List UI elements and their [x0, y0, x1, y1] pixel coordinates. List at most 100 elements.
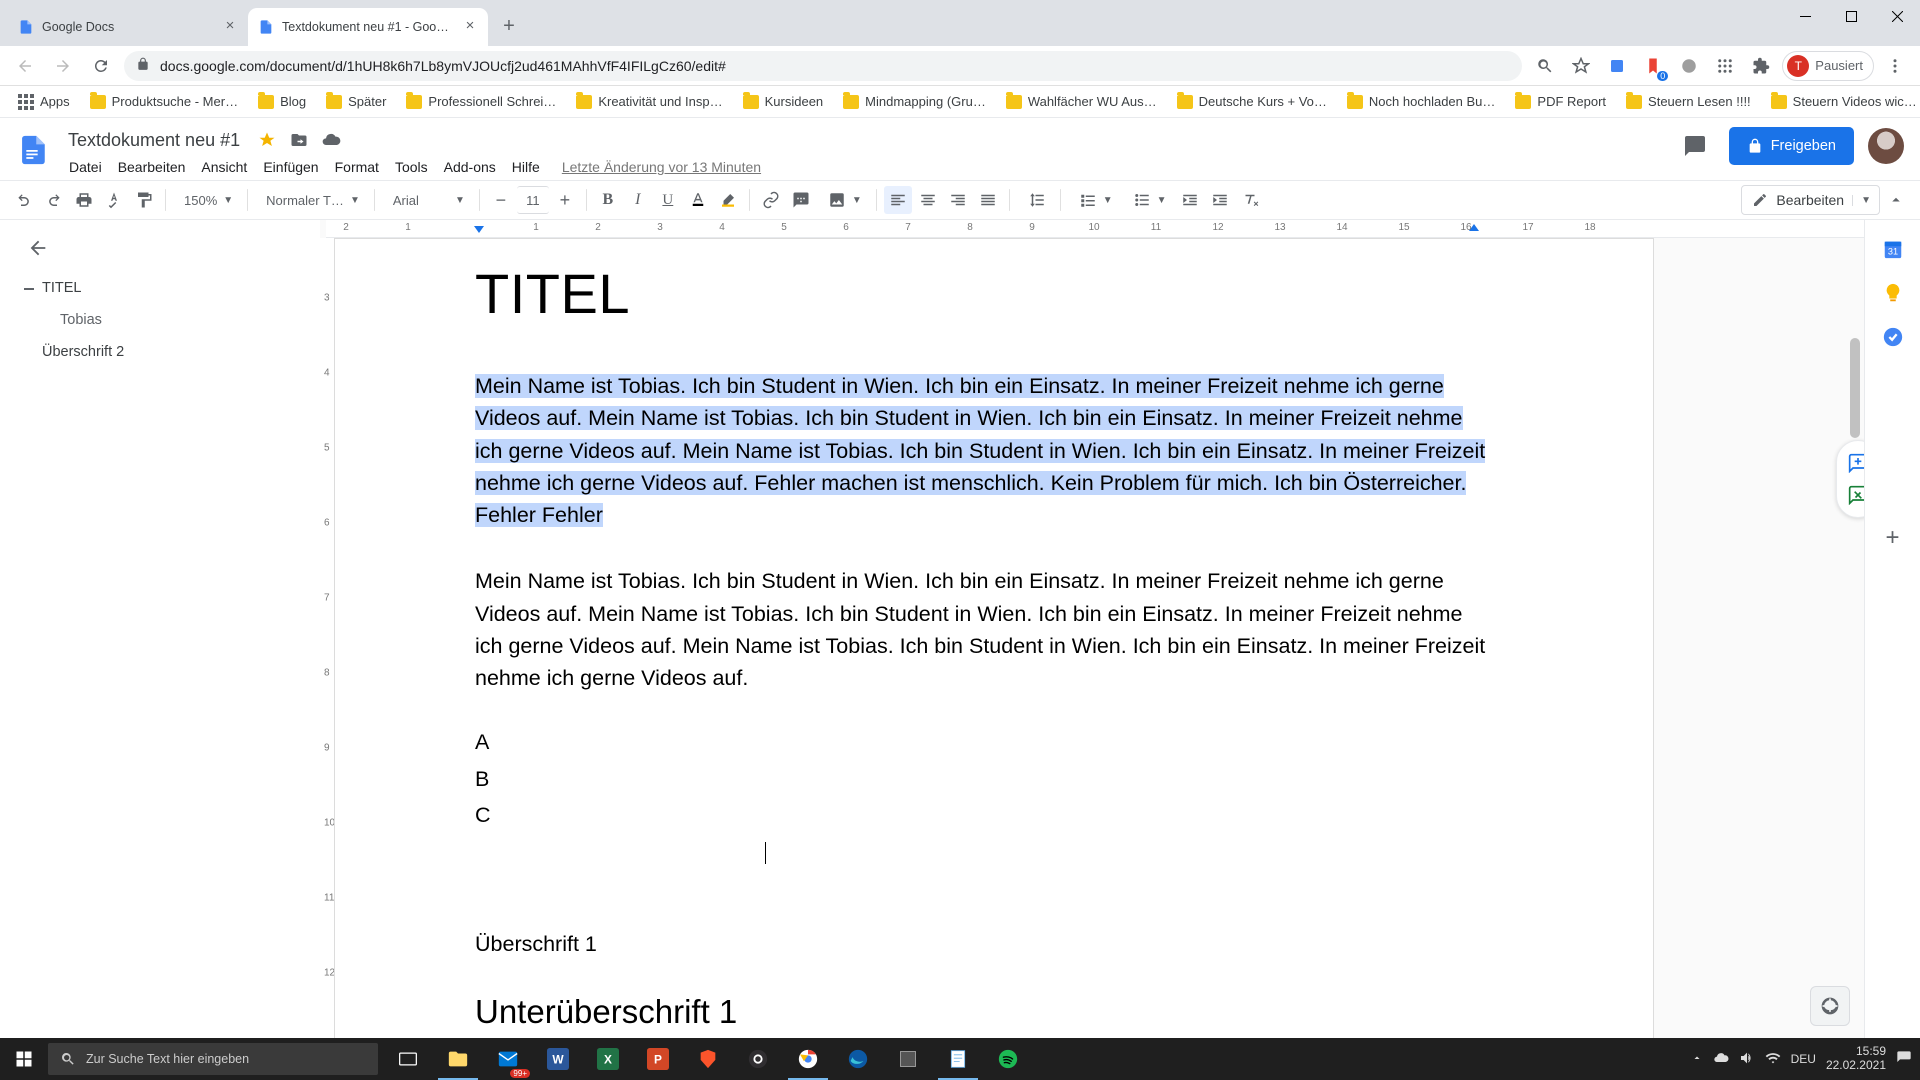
line-spacing-button[interactable]	[1017, 186, 1053, 214]
outline-item[interactable]: Überschrift 2	[24, 336, 308, 368]
bookmark-item[interactable]: Professionell Schrei…	[398, 88, 564, 116]
url-input[interactable]: docs.google.com/document/d/1hUH8k6h7Lb8y…	[124, 51, 1522, 81]
chrome-menu-button[interactable]	[1880, 51, 1910, 81]
menu-einfuegen[interactable]: Einfügen	[256, 155, 325, 179]
text-color-button[interactable]	[684, 186, 712, 214]
profile-button[interactable]: T Pausiert	[1782, 51, 1874, 81]
taskbar-app-chrome[interactable]	[784, 1038, 832, 1080]
share-button[interactable]: Freigeben	[1729, 127, 1854, 165]
taskbar-app-excel[interactable]: X	[584, 1038, 632, 1080]
comments-button[interactable]	[1675, 126, 1715, 166]
vertical-scrollbar[interactable]	[1848, 338, 1862, 978]
explore-button[interactable]	[1810, 986, 1850, 1026]
nav-back-button[interactable]	[10, 51, 40, 81]
calendar-addon-icon[interactable]: 31	[1882, 238, 1904, 260]
document-canvas[interactable]: 2 1 1 2 3 4 5 6 7 8 9 10 11 12	[320, 220, 1920, 1038]
bookmark-star-icon[interactable]	[1566, 51, 1596, 81]
taskbar-app-word[interactable]: W	[534, 1038, 582, 1080]
menu-format[interactable]: Format	[328, 155, 386, 179]
list-item[interactable]: C	[475, 797, 1493, 834]
extension-icon[interactable]: 0	[1638, 51, 1668, 81]
doc-heading-title[interactable]: TITEL	[475, 261, 1493, 326]
bookmark-item[interactable]: Steuern Lesen !!!!	[1618, 88, 1759, 116]
account-avatar[interactable]	[1868, 128, 1904, 164]
menu-hilfe[interactable]: Hilfe	[505, 155, 547, 179]
bookmark-apps[interactable]: Apps	[10, 88, 78, 116]
new-tab-button[interactable]: +	[494, 12, 524, 42]
bookmark-item[interactable]: Steuern Videos wic…	[1763, 88, 1920, 116]
font-family-select[interactable]: Arial▼	[382, 186, 472, 214]
tray-language[interactable]: DEU	[1791, 1052, 1816, 1066]
undo-button[interactable]	[10, 186, 38, 214]
zoom-icon[interactable]	[1530, 51, 1560, 81]
align-justify-button[interactable]	[974, 186, 1002, 214]
align-left-button[interactable]	[884, 186, 912, 214]
tray-wifi-icon[interactable]	[1765, 1050, 1781, 1069]
menu-tools[interactable]: Tools	[388, 155, 435, 179]
window-close-button[interactable]	[1874, 0, 1920, 32]
bookmark-item[interactable]: Mindmapping (Gru…	[835, 88, 994, 116]
window-maximize-button[interactable]	[1828, 0, 1874, 32]
bookmark-item[interactable]: Später	[318, 88, 394, 116]
horizontal-ruler[interactable]: 2 1 1 2 3 4 5 6 7 8 9 10 11 12	[326, 220, 1892, 238]
decrease-indent-button[interactable]	[1176, 186, 1204, 214]
heading-text[interactable]: Überschrift 1	[475, 932, 1493, 957]
extension-icon[interactable]	[1674, 51, 1704, 81]
nav-forward-button[interactable]	[48, 51, 78, 81]
list[interactable]: A B C	[475, 724, 1493, 870]
extension-icon[interactable]	[1710, 51, 1740, 81]
window-minimize-button[interactable]	[1782, 0, 1828, 32]
last-change-link[interactable]: Letzte Änderung vor 13 Minuten	[555, 155, 768, 179]
subheading-text[interactable]: Unterüberschrift 1	[475, 993, 1493, 1031]
collapse-toolbar-button[interactable]	[1882, 186, 1910, 214]
insert-link-button[interactable]	[757, 186, 785, 214]
paragraph-selected[interactable]: Mein Name ist Tobias. Ich bin Student in…	[475, 374, 1485, 527]
paint-format-button[interactable]	[130, 186, 158, 214]
extensions-puzzle-icon[interactable]	[1746, 51, 1776, 81]
tray-notifications-icon[interactable]	[1896, 1050, 1912, 1069]
bookmark-item[interactable]: Kursideen	[735, 88, 832, 116]
spellcheck-button[interactable]	[100, 186, 128, 214]
increase-indent-button[interactable]	[1206, 186, 1234, 214]
align-right-button[interactable]	[944, 186, 972, 214]
tab-close-icon[interactable]: ×	[462, 19, 478, 35]
bookmark-item[interactable]: Deutsche Kurs + Vo…	[1169, 88, 1335, 116]
clear-formatting-button[interactable]	[1236, 186, 1264, 214]
cloud-status-icon[interactable]	[320, 129, 342, 151]
tray-chevron-up-icon[interactable]	[1691, 1052, 1703, 1067]
editing-mode-button[interactable]: Bearbeiten ▼	[1741, 185, 1880, 215]
task-view-button[interactable]	[384, 1038, 432, 1080]
outline-item[interactable]: Tobias	[24, 304, 308, 336]
tray-onedrive-icon[interactable]	[1713, 1050, 1729, 1069]
taskbar-app-mail[interactable]: 99+	[484, 1038, 532, 1080]
start-button[interactable]	[0, 1038, 48, 1080]
outline-item[interactable]: TITEL	[24, 272, 308, 304]
bookmark-item[interactable]: Wahlfächer WU Aus…	[998, 88, 1165, 116]
redo-button[interactable]	[40, 186, 68, 214]
taskbar-search-input[interactable]: Zur Suche Text hier eingeben	[48, 1043, 378, 1075]
browser-tab-active[interactable]: Textdokument neu #1 - Google Docs ×	[248, 8, 488, 46]
highlight-color-button[interactable]	[714, 186, 742, 214]
taskbar-app-notepad[interactable]	[934, 1038, 982, 1080]
keep-addon-icon[interactable]	[1882, 282, 1904, 304]
menu-bearbeiten[interactable]: Bearbeiten	[111, 155, 193, 179]
paragraph-style-select[interactable]: Normaler T…▼	[255, 186, 367, 214]
taskbar-app-explorer[interactable]	[434, 1038, 482, 1080]
list-item[interactable]: B	[475, 761, 1493, 798]
print-button[interactable]	[70, 186, 98, 214]
underline-button[interactable]: U	[654, 186, 682, 214]
taskbar-app-obs[interactable]	[734, 1038, 782, 1080]
bookmark-item[interactable]: Noch hochladen Bu…	[1339, 88, 1503, 116]
bookmark-item[interactable]: PDF Report	[1507, 88, 1614, 116]
document-page[interactable]: TITEL Mein Name ist Tobias. Ich bin Stud…	[334, 238, 1654, 1038]
italic-button[interactable]: I	[624, 186, 652, 214]
tasks-addon-icon[interactable]	[1882, 326, 1904, 348]
font-size-increase-button[interactable]: +	[551, 186, 579, 214]
menu-ansicht[interactable]: Ansicht	[194, 155, 254, 179]
paragraph[interactable]: Mein Name ist Tobias. Ich bin Student in…	[475, 565, 1493, 694]
outline-close-button[interactable]	[24, 234, 52, 262]
checklist-button[interactable]: ▼	[1068, 186, 1120, 214]
list-item[interactable]: A	[475, 724, 1493, 761]
taskbar-app-generic[interactable]	[884, 1038, 932, 1080]
star-icon[interactable]	[256, 129, 278, 151]
